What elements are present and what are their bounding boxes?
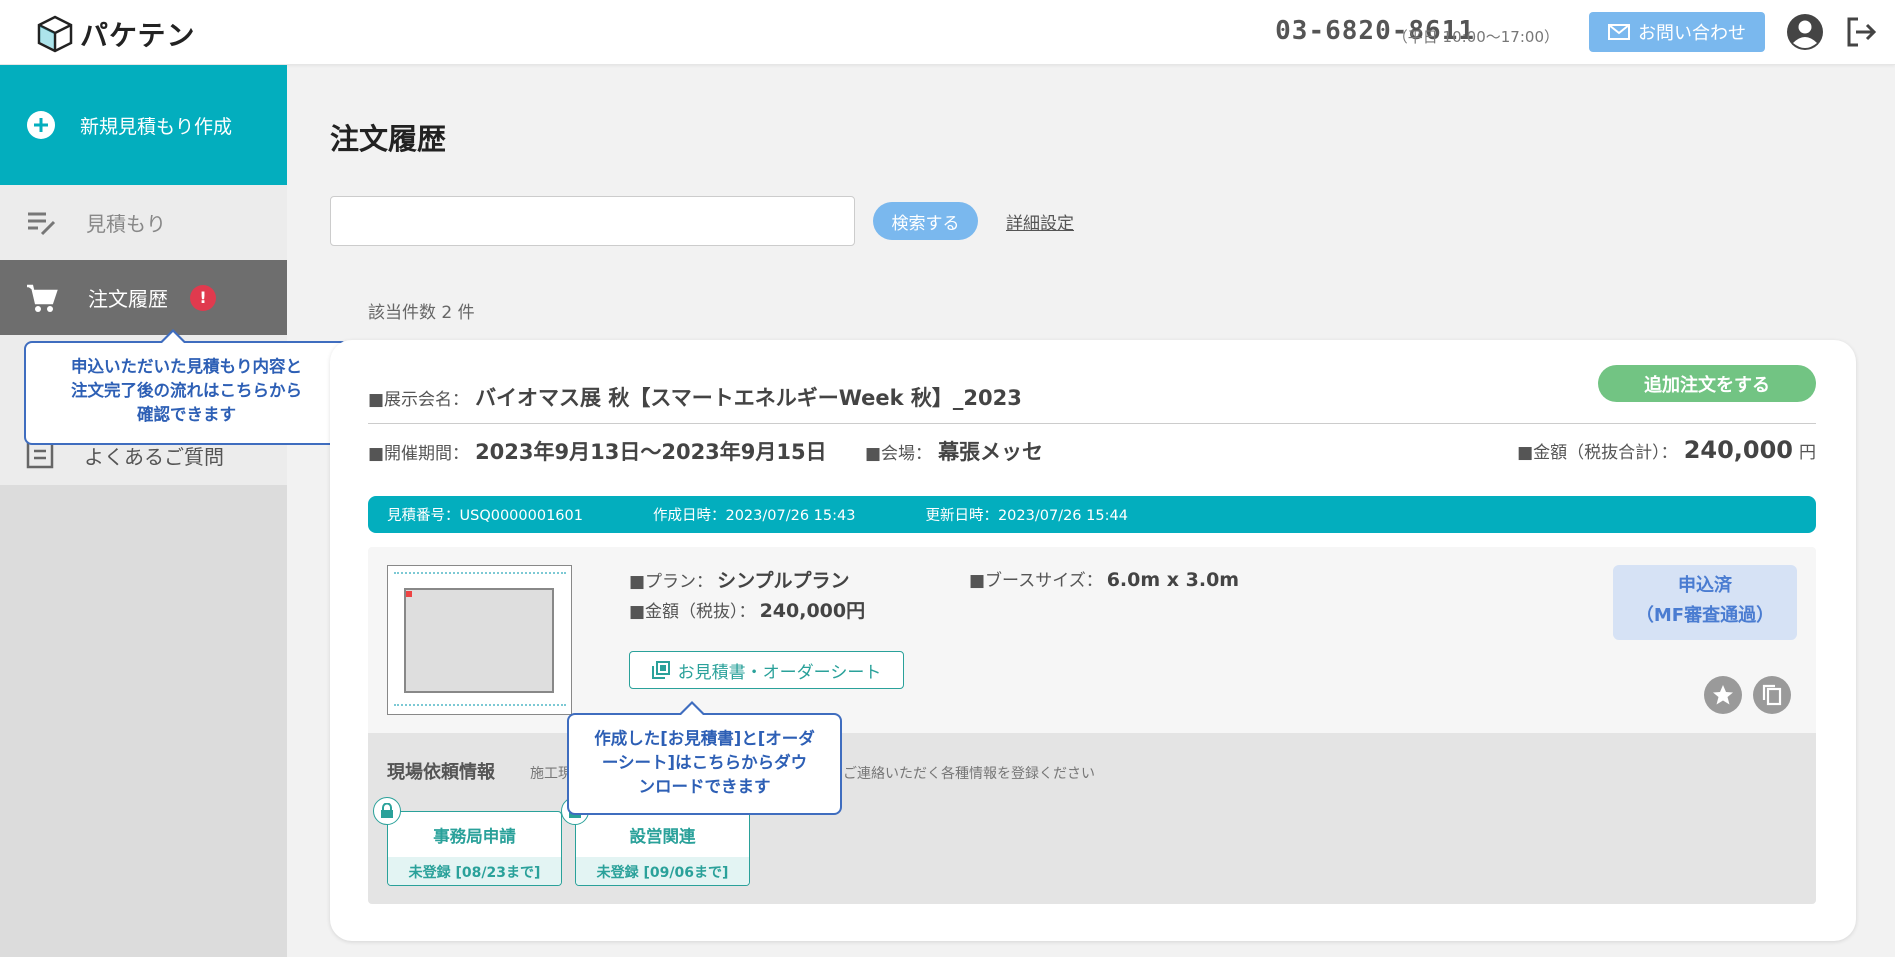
- quote-meta-bar: 見積番号：USQ0000001601 作成日時：2023/07/26 15:43…: [368, 496, 1816, 533]
- tile-title: 事務局申請: [433, 826, 516, 846]
- amount-label: ■金額（税抜合計）：: [1517, 443, 1678, 463]
- detail-settings-link[interactable]: 詳細設定: [1006, 209, 1074, 234]
- star-icon: [1713, 685, 1733, 705]
- created-date: 作成日時：2023/07/26 15:43: [652, 508, 856, 524]
- sidebar-item-label: 注文履歴: [88, 287, 168, 311]
- booth-layout-thumbnail[interactable]: [387, 565, 572, 715]
- sidebar: 新規見積もり作成 見積もり 注文履歴 ! よくあるご質問: [0, 65, 287, 957]
- tooltip-line: 申込いただいた見積もり内容と: [71, 357, 302, 376]
- total-amount-row: ■金額（税抜合計）： 240,000 円: [1517, 436, 1816, 464]
- business-hours: （平日 10:00〜17:00）: [1392, 28, 1559, 46]
- quote-document-label: お見積書・オーダーシート: [677, 662, 882, 683]
- contact-button[interactable]: お問い合わせ: [1589, 12, 1765, 52]
- venue-row: ■会場： 幕張メッセ: [865, 436, 1043, 466]
- logout-icon[interactable]: [1844, 15, 1878, 49]
- status-badge: 申込済 （MF審査通過）: [1613, 565, 1797, 640]
- plan-value: シンプルプラン: [717, 570, 850, 592]
- top-header: パケテン 03-6820-8611 （平日 10:00〜17:00） お問い合わ…: [0, 0, 1895, 65]
- tile-status: 未登録 [08/23まで]: [388, 857, 561, 885]
- thumbnail-marker: [406, 591, 412, 597]
- tooltip-line: ーシート]はこちらからダウ: [601, 753, 808, 772]
- mail-icon: [1608, 24, 1630, 40]
- status-line: 申込済: [1678, 575, 1732, 596]
- period-value: 2023年9月13日〜2023年9月15日: [475, 440, 827, 464]
- plan-row: ■プラン： シンプルプラン: [629, 566, 850, 593]
- period-label: ■開催期間：: [368, 444, 470, 464]
- plus-circle-icon: [27, 111, 55, 139]
- tooltip-line: ンロードできます: [638, 777, 771, 796]
- thumbnail-dots: [394, 704, 566, 710]
- tooltip-line: 注文完了後の流れはこちらから: [71, 381, 302, 400]
- sidebar-new-quote-label: 新規見積もり作成: [80, 115, 233, 138]
- sidebar-new-quote[interactable]: 新規見積もり作成: [0, 65, 287, 185]
- alert-badge: !: [190, 284, 216, 311]
- site-request-title: 現場依頼情報: [387, 762, 495, 783]
- logo[interactable]: パケテン: [36, 14, 195, 54]
- page-title: 注文履歴: [330, 122, 447, 156]
- booth-size-label: ■ブースサイズ：: [969, 571, 1103, 591]
- faq-icon: [26, 441, 54, 469]
- cart-icon: [27, 284, 58, 312]
- updated-date: 更新日時：2023/07/26 15:44: [925, 508, 1128, 524]
- thumbnail-floor: [404, 588, 554, 693]
- setup-related-tile[interactable]: 設営関連 未登録 [09/06まで]: [575, 811, 750, 886]
- site-request-desc: 施工現: [530, 766, 572, 782]
- quote-amount-row: ■金額（税抜）： 240,000円: [629, 596, 865, 623]
- user-icon[interactable]: [1786, 13, 1824, 51]
- contact-label: お問い合わせ: [1638, 23, 1746, 44]
- tile-status: 未登録 [09/06まで]: [576, 857, 749, 885]
- quote-number: 見積番号：USQ0000001601: [387, 508, 583, 524]
- favorite-button[interactable]: [1704, 676, 1742, 714]
- order-card: ■展示会名： バイオマス展 秋【スマートエネルギーWeek 秋】_2023 追加…: [330, 340, 1856, 941]
- orders-tooltip: 申込いただいた見積もり内容と 注文完了後の流れはこちらから 確認できます: [24, 329, 349, 445]
- search-input[interactable]: [330, 196, 855, 246]
- copy-icon: [1762, 684, 1782, 706]
- quote-amount-value: 240,000円: [759, 600, 866, 622]
- sidebar-item-quotes[interactable]: 見積もり: [0, 185, 287, 260]
- period-row: ■開催期間： 2023年9月13日〜2023年9月15日: [368, 436, 827, 466]
- sidebar-item-orders[interactable]: 注文履歴 !: [0, 260, 287, 335]
- document-tooltip: 作成した[お見積書]と[オーダ ーシート]はこちらからダウ ンロードできます: [567, 701, 842, 815]
- plan-label: ■プラン：: [629, 572, 714, 592]
- site-request-desc: ご連絡いただく各種情報を登録ください: [843, 766, 1095, 782]
- thumbnail-dots: [394, 572, 566, 578]
- amount-unit: 円: [1799, 443, 1816, 463]
- logo-cube-icon: [37, 15, 73, 53]
- status-line: （MF審査通過）: [1635, 605, 1775, 626]
- lock-icon: [373, 797, 401, 825]
- tooltip-line: 確認できます: [137, 405, 236, 424]
- tile-title: 設営関連: [629, 826, 696, 846]
- document-icon: [651, 661, 670, 679]
- secretariat-application-tile[interactable]: 事務局申請 未登録 [08/23まで]: [387, 811, 562, 886]
- search-button[interactable]: 検索する: [873, 202, 978, 240]
- logo-text: パケテン: [80, 19, 196, 52]
- booth-size-value: 6.0m x 3.0m: [1106, 569, 1240, 591]
- tooltip-line: 作成した[お見積書]と[オーダ: [594, 729, 815, 748]
- divider: [368, 423, 1816, 424]
- add-order-button[interactable]: 追加注文をする: [1598, 365, 1816, 402]
- exhibition-name: バイオマス展 秋【スマートエネルギーWeek 秋】_2023: [475, 386, 1022, 410]
- quote-document-button[interactable]: お見積書・オーダーシート: [629, 651, 904, 689]
- venue-value: 幕張メッセ: [938, 440, 1044, 464]
- result-count: 該当件数 2 件: [368, 303, 475, 323]
- copy-button[interactable]: [1753, 676, 1791, 714]
- booth-size-row: ■ブースサイズ： 6.0m x 3.0m: [969, 566, 1239, 591]
- sidebar-item-label: 見積もり: [86, 212, 166, 236]
- exhibition-row: ■展示会名： バイオマス展 秋【スマートエネルギーWeek 秋】_2023: [368, 382, 1022, 412]
- quote-list-icon: [28, 212, 56, 235]
- exhibition-label: ■展示会名：: [368, 390, 470, 410]
- amount-value: 240,000: [1683, 436, 1793, 464]
- venue-label: ■会場：: [865, 444, 933, 464]
- quote-amount-label: ■金額（税抜）：: [629, 602, 756, 622]
